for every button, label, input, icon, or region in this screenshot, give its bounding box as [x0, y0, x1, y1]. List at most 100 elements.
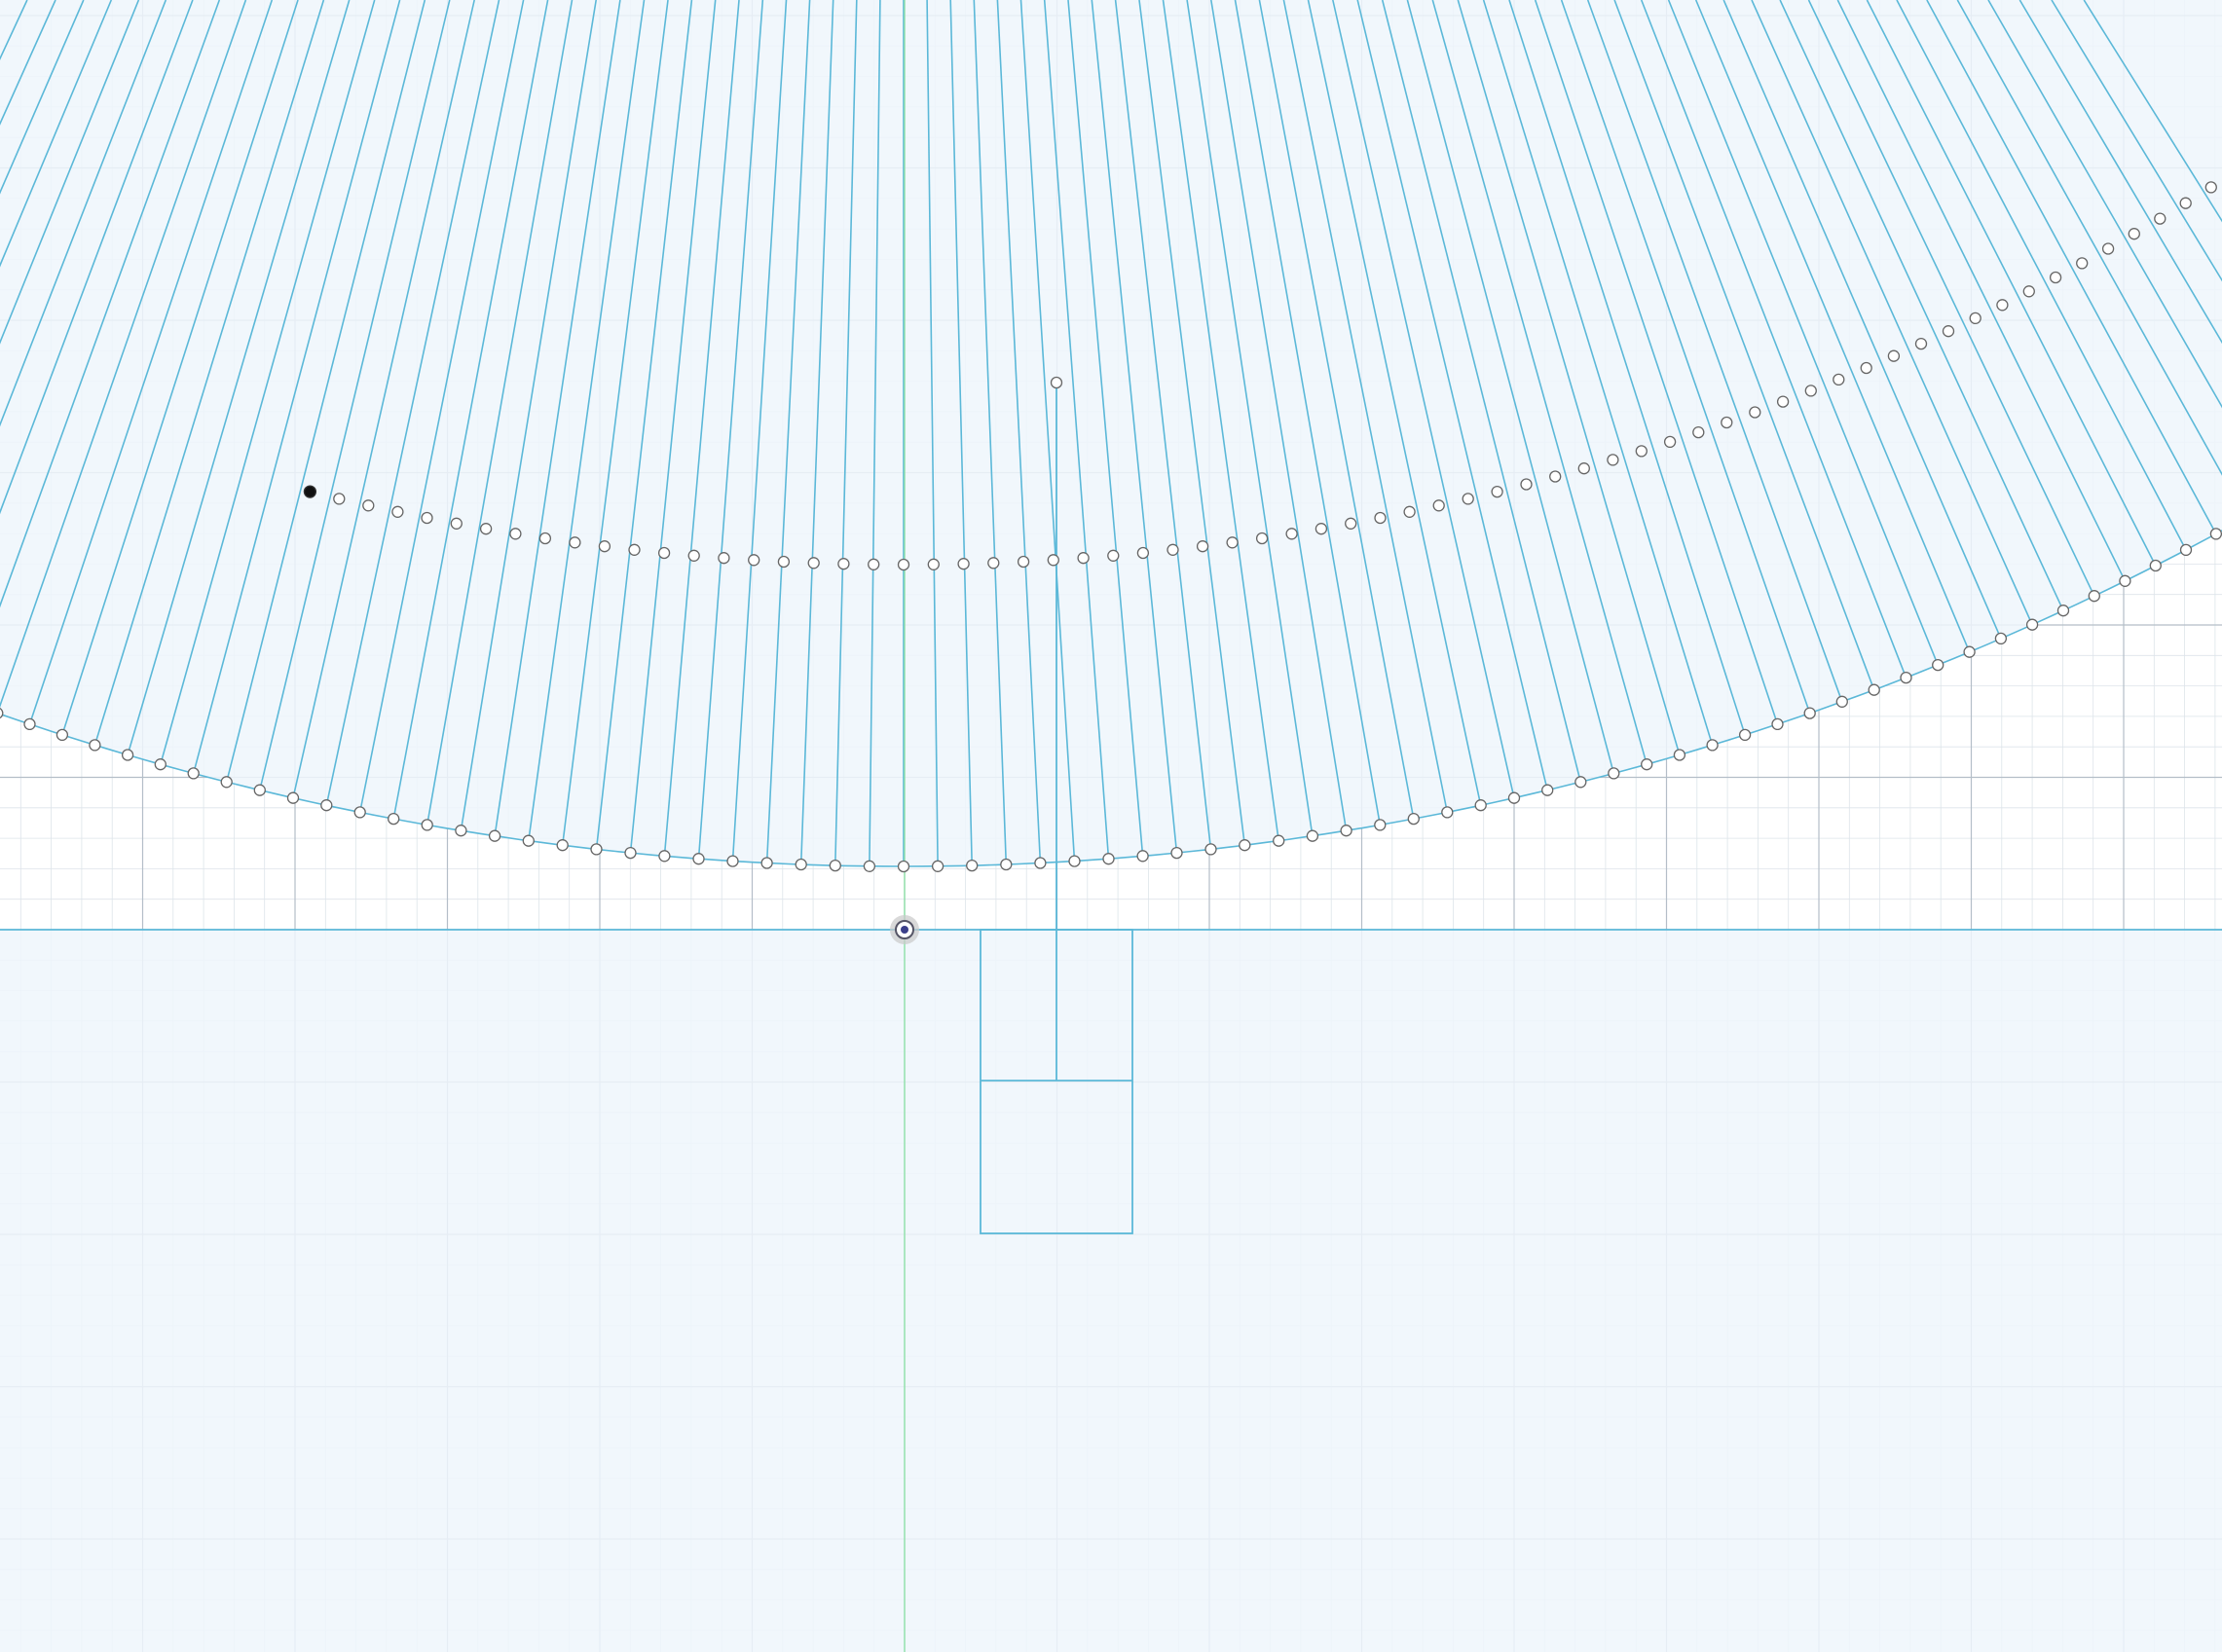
inner-arc-handle[interactable]	[1345, 517, 1357, 530]
outer-arc-handle[interactable]	[121, 749, 134, 761]
inner-arc-handle[interactable]	[1887, 349, 1901, 362]
inner-arc-handle[interactable]	[598, 540, 611, 553]
inner-arc-handle[interactable]	[748, 554, 760, 567]
outer-arc-handle[interactable]	[1136, 850, 1149, 863]
inner-arc-handle[interactable]	[1285, 528, 1298, 540]
outer-arc-handle[interactable]	[1608, 767, 1620, 780]
outer-arc-handle[interactable]	[863, 860, 876, 872]
outer-arc-handle[interactable]	[795, 858, 807, 871]
inner-arc-handle[interactable]	[1520, 478, 1533, 491]
outer-arc-handle[interactable]	[590, 843, 603, 856]
inner-arc-handle[interactable]	[1077, 552, 1090, 565]
inner-arc-handle[interactable]	[2101, 242, 2115, 255]
outer-arc-handle[interactable]	[2149, 559, 2162, 572]
inner-arc-handle[interactable]	[807, 557, 820, 569]
inner-arc-handle[interactable]	[1607, 454, 1619, 466]
outer-arc-handle[interactable]	[1273, 834, 1285, 847]
outer-arc-handle[interactable]	[23, 717, 36, 731]
inner-arc-handle[interactable]	[509, 528, 522, 540]
outer-arc-handle[interactable]	[1541, 784, 1554, 796]
inner-arc-handle[interactable]	[927, 558, 940, 570]
inner-arc-handle[interactable]	[837, 558, 850, 570]
inner-arc-handle[interactable]	[1996, 299, 2009, 312]
outer-arc-handle[interactable]	[1441, 806, 1454, 819]
inner-arc-handle[interactable]	[1749, 406, 1761, 419]
inner-arc-handle[interactable]	[362, 499, 375, 512]
outer-arc-handle[interactable]	[2056, 605, 2070, 617]
inner-arc-handle[interactable]	[1577, 462, 1590, 475]
inner-arc-handle[interactable]	[1663, 435, 1677, 449]
outer-arc-handle[interactable]	[760, 857, 773, 869]
outer-arc-handle[interactable]	[1932, 658, 1944, 672]
inner-arc-handle[interactable]	[2154, 212, 2166, 225]
outer-arc-handle[interactable]	[421, 819, 433, 831]
inner-arc-handle[interactable]	[868, 558, 880, 570]
inner-arc-handle[interactable]	[333, 493, 346, 505]
inner-arc-handle[interactable]	[2204, 181, 2217, 194]
outer-arc-handle[interactable]	[1170, 846, 1183, 860]
outer-arc-handle[interactable]	[89, 739, 101, 752]
outer-arc-handle[interactable]	[1306, 829, 1319, 842]
inner-arc-handle[interactable]	[628, 543, 641, 556]
inner-arc-handle[interactable]	[450, 517, 463, 530]
inner-arc-handle[interactable]	[1374, 511, 1387, 525]
inner-arc-handle[interactable]	[1047, 554, 1059, 567]
outer-arc-handle[interactable]	[1771, 717, 1784, 731]
outer-arc-handle[interactable]	[1204, 843, 1217, 856]
outer-arc-handle[interactable]	[1407, 812, 1420, 826]
inner-arc-handle[interactable]	[1255, 532, 1269, 545]
outer-arc-handle[interactable]	[488, 829, 501, 842]
inner-arc-handle[interactable]	[1167, 543, 1179, 556]
outer-arc-handle[interactable]	[154, 758, 167, 771]
selected-point-icon[interactable]	[303, 485, 317, 498]
inner-arc-handle[interactable]	[687, 549, 700, 562]
inner-arc-handle[interactable]	[2022, 285, 2035, 298]
inner-arc-handle[interactable]	[538, 532, 552, 545]
inner-arc-handle[interactable]	[1403, 505, 1416, 518]
outer-arc-handle[interactable]	[2088, 590, 2100, 603]
inner-arc-handle[interactable]	[777, 555, 791, 569]
inner-arc-handle[interactable]	[1136, 546, 1150, 560]
inner-arc-handle[interactable]	[1635, 445, 1648, 458]
inner-arc-handle[interactable]	[1721, 416, 1733, 429]
origin-target-icon[interactable]	[890, 915, 919, 944]
outer-arc-handle[interactable]	[1803, 707, 1816, 719]
outer-arc-handle[interactable]	[353, 806, 366, 819]
outer-arc-handle[interactable]	[1507, 791, 1521, 804]
inner-arc-handle[interactable]	[1315, 523, 1328, 535]
inner-arc-handle[interactable]	[1107, 549, 1120, 562]
inner-arc-handle[interactable]	[1196, 540, 1209, 553]
inner-arc-handle[interactable]	[1804, 385, 1817, 397]
outer-arc-handle[interactable]	[455, 825, 467, 837]
outer-arc-handle[interactable]	[286, 791, 300, 804]
outer-arc-handle[interactable]	[522, 834, 535, 847]
outer-arc-handle[interactable]	[692, 853, 705, 865]
inner-arc-handle[interactable]	[2076, 257, 2089, 270]
outer-arc-handle[interactable]	[1994, 632, 2008, 645]
outer-arc-handle[interactable]	[1000, 858, 1013, 871]
outer-arc-handle[interactable]	[56, 728, 69, 742]
inner-arc-handle[interactable]	[1226, 536, 1239, 549]
outer-arc-handle[interactable]	[1738, 728, 1752, 742]
outer-arc-handle[interactable]	[829, 859, 841, 872]
outer-arc-handle[interactable]	[1034, 857, 1047, 869]
outer-arc-handle[interactable]	[1706, 739, 1719, 752]
outer-arc-handle[interactable]	[1574, 776, 1587, 789]
inner-arc-handle[interactable]	[1549, 470, 1562, 483]
inner-arc-handle[interactable]	[1914, 337, 1928, 350]
outer-arc-handle[interactable]	[931, 860, 944, 872]
outer-arc-handle[interactable]	[1474, 799, 1487, 812]
outer-arc-handle[interactable]	[220, 776, 233, 789]
inner-arc-handle[interactable]	[391, 505, 404, 518]
outer-arc-handle[interactable]	[187, 767, 200, 780]
outer-arc-handle[interactable]	[2179, 543, 2193, 557]
inner-arc-handle[interactable]	[1462, 493, 1474, 505]
inner-arc-handle[interactable]	[2179, 197, 2192, 209]
inner-arc-handle[interactable]	[1692, 425, 1705, 439]
outer-arc-handle[interactable]	[1900, 671, 1912, 684]
inner-arc-handle[interactable]	[718, 552, 730, 565]
inner-arc-handle[interactable]	[421, 511, 433, 525]
outer-arc-handle[interactable]	[624, 846, 637, 860]
outer-arc-handle[interactable]	[658, 850, 671, 863]
sketch-canvas[interactable]	[0, 0, 2222, 1652]
